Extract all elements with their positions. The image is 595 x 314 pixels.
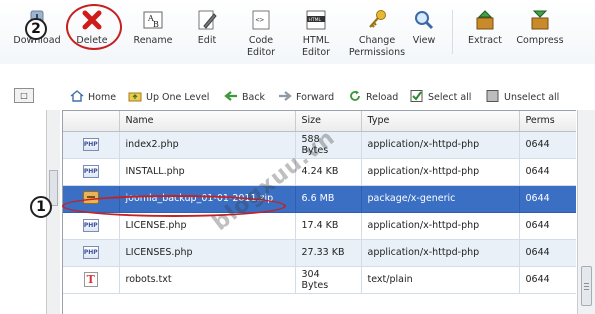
- file-type: package/x-generic: [361, 185, 520, 213]
- file-icon-cell: PHP: [63, 158, 120, 186]
- table-row[interactable]: PHP INSTALL.php 4.24 KB application/x-ht…: [63, 158, 576, 186]
- icon-column-header: [63, 111, 120, 132]
- back-arrow-icon: [224, 91, 237, 101]
- delete-highlight-ring: [66, 4, 122, 50]
- rename-icon: A B: [143, 11, 163, 29]
- php-file-icon: PHP: [82, 165, 99, 178]
- select-all-link[interactable]: Select all: [410, 90, 471, 104]
- file-icon-cell: T: [63, 266, 120, 294]
- size-column-header[interactable]: Size: [295, 111, 362, 132]
- file-perms[interactable]: 0644: [519, 131, 576, 159]
- file-icon-cell: PHP: [63, 212, 120, 240]
- forward-link[interactable]: Forward: [278, 90, 334, 104]
- text-file-icon: T: [83, 272, 98, 287]
- type-column-header[interactable]: Type: [361, 111, 520, 132]
- back-label: Back: [242, 92, 266, 103]
- html-editor-button[interactable]: HTML HTML Editor: [292, 0, 340, 64]
- navigation-bar: Home Up One Level Back Forward Reload Se…: [62, 86, 595, 108]
- edit-button[interactable]: Edit: [184, 0, 230, 64]
- checkbox-empty-icon: [486, 90, 499, 102]
- file-type: application/x-httpd-php: [361, 131, 520, 159]
- file-size: 17.4 KB: [295, 212, 362, 240]
- scroll-grip-line: [584, 283, 589, 284]
- edit-label: Edit: [197, 35, 217, 46]
- name-column-header[interactable]: Name: [119, 111, 296, 132]
- php-file-icon: PHP: [82, 219, 99, 232]
- file-list-scroll-thumb[interactable]: [581, 266, 592, 306]
- step-2-marker: 2: [25, 18, 47, 40]
- reload-label: Reload: [366, 92, 399, 103]
- file-perms[interactable]: 0644: [519, 158, 576, 186]
- folder-up-icon: [128, 92, 142, 102]
- file-type: text/plain: [361, 266, 520, 294]
- scroll-grip-line: [584, 289, 589, 290]
- file-name[interactable]: robots.txt: [119, 266, 296, 294]
- tree-toggle-button[interactable]: □: [14, 88, 34, 103]
- compress-box-icon: [531, 10, 549, 30]
- key-icon: [369, 10, 386, 28]
- extract-box-icon: [476, 10, 494, 30]
- checkbox-checked-icon: [410, 90, 423, 102]
- code-editor-label: Code Editor: [246, 35, 276, 58]
- scroll-grip-line: [584, 286, 589, 287]
- file-type: application/x-httpd-php: [361, 239, 520, 267]
- file-size: 27.33 KB: [295, 239, 362, 267]
- code-editor-button[interactable]: <> Code Editor: [236, 0, 286, 64]
- file-size: 6.6 MB: [295, 185, 362, 213]
- file-size: 304 Bytes: [295, 266, 362, 294]
- extract-label: Extract: [467, 35, 503, 46]
- perms-column-header[interactable]: Perms: [519, 111, 576, 132]
- change-permissions-label: Change Permissions: [348, 35, 406, 58]
- table-row[interactable]: PHP LICENSES.php 27.33 KB application/x-…: [63, 239, 576, 267]
- select-all-label: Select all: [428, 92, 472, 103]
- table-row[interactable]: T robots.txt 304 Bytes text/plain 0644: [63, 266, 576, 294]
- rename-label: Rename: [133, 35, 173, 46]
- rename-button[interactable]: A B Rename: [128, 0, 178, 64]
- file-name[interactable]: index2.php: [119, 131, 296, 159]
- toolbar-separator: [452, 10, 453, 54]
- up-one-level-label: Up One Level: [146, 92, 210, 103]
- compress-label: Compress: [516, 35, 564, 46]
- svg-text:HTML: HTML: [309, 17, 322, 23]
- html-editor-icon: HTML: [306, 10, 326, 30]
- home-icon: [70, 90, 84, 102]
- reload-icon: [350, 90, 360, 101]
- file-icon-cell: PHP: [63, 131, 120, 159]
- forward-label: Forward: [296, 92, 335, 103]
- view-button[interactable]: View: [406, 0, 442, 64]
- up-one-level-link[interactable]: Up One Level: [128, 90, 209, 104]
- step-1-marker: 1: [30, 196, 52, 218]
- html-editor-label: HTML Editor: [301, 35, 331, 58]
- file-perms[interactable]: 0644: [519, 185, 576, 213]
- change-permissions-button[interactable]: Change Permissions: [344, 0, 410, 64]
- file-perms[interactable]: 0644: [519, 266, 576, 294]
- edit-pencil-icon: [198, 10, 217, 30]
- file-icon-cell: PHP: [63, 239, 120, 267]
- home-link[interactable]: Home: [70, 90, 116, 104]
- file-perms[interactable]: 0644: [519, 239, 576, 267]
- reload-link[interactable]: Reload: [348, 90, 398, 104]
- file-name[interactable]: LICENSES.php: [119, 239, 296, 267]
- home-label: Home: [88, 92, 117, 103]
- file-perms[interactable]: 0644: [519, 212, 576, 240]
- php-file-icon: PHP: [82, 246, 99, 259]
- svg-text:B: B: [153, 20, 159, 29]
- view-label: View: [412, 35, 436, 46]
- back-link[interactable]: Back: [224, 90, 265, 104]
- svg-text:<>: <>: [256, 16, 264, 24]
- forward-arrow-icon: [279, 91, 292, 101]
- code-editor-icon: <>: [252, 10, 270, 30]
- unselect-all-link[interactable]: Unselect all: [486, 90, 559, 104]
- unselect-all-label: Unselect all: [504, 92, 560, 103]
- file-type: application/x-httpd-php: [361, 212, 520, 240]
- file-type: application/x-httpd-php: [361, 158, 520, 186]
- file-list-scrollbar[interactable]: [577, 110, 595, 314]
- extract-button[interactable]: Extract: [462, 0, 508, 64]
- compress-button[interactable]: Compress: [512, 0, 568, 64]
- magnifier-icon: [415, 11, 434, 30]
- php-file-icon: PHP: [82, 138, 99, 151]
